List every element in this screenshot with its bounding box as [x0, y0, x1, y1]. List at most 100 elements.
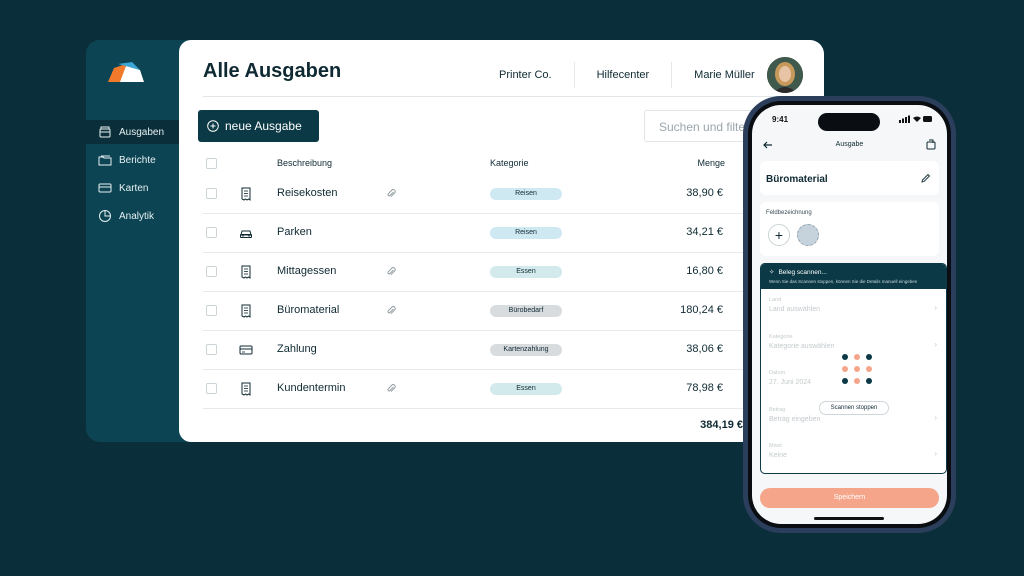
divider	[671, 62, 673, 88]
expense-amount: 38,90 €	[686, 187, 723, 199]
folder-icon	[98, 155, 112, 166]
field-label: Mwst	[769, 443, 782, 449]
user-avatar-icon	[766, 57, 803, 93]
field-label: Kategorie	[769, 334, 793, 340]
total-amount: 384,19 €	[700, 419, 743, 431]
stop-scanning-button[interactable]: Scannen stoppen	[819, 401, 889, 415]
sidebar-item-analytik[interactable]: Analytik	[86, 204, 179, 228]
company-link[interactable]: Printer Co.	[499, 69, 552, 81]
expense-amount: 16,80 €	[686, 265, 723, 277]
row-checkbox[interactable]	[206, 266, 217, 277]
sidebar-nav: Ausgaben Berichte Karten Analytik	[86, 120, 179, 232]
expense-description: Parken	[277, 226, 312, 238]
help-center-link[interactable]: Hilfecenter	[597, 69, 650, 81]
top-navigation: Printer Co. Hilfecenter Marie Müller	[499, 57, 803, 93]
chevron-right-icon: ›	[934, 413, 937, 422]
sidebar-item-ausgaben[interactable]: Ausgaben	[86, 120, 179, 144]
phone-bezel: 9:41 Ausgabe Büromaterial Feldbezeichnun…	[748, 101, 951, 528]
field-label: Land	[769, 297, 782, 303]
select-all-checkbox[interactable]	[206, 158, 217, 169]
scan-header: ✧ Beleg scannen... Wenn Sie das Scannen …	[761, 264, 946, 289]
add-receipt-button[interactable]: +	[768, 224, 790, 246]
new-expense-button[interactable]: neue Ausgabe	[198, 110, 319, 142]
pie-chart-icon	[99, 210, 111, 222]
category-badge: Reisen	[490, 188, 562, 200]
expense-amount: 34,21 €	[686, 226, 723, 238]
pencil-icon[interactable]	[920, 173, 931, 184]
table-row[interactable]: Kundentermin Essen 78,98 €	[203, 370, 743, 409]
field-label: Feldbezeichnung	[766, 210, 812, 216]
country-field[interactable]: Land Land auswählen ›	[769, 297, 937, 313]
row-checkbox[interactable]	[206, 383, 217, 394]
expense-name: Büromaterial	[766, 174, 828, 185]
sidebar-item-label: Analytik	[119, 210, 155, 222]
row-checkbox[interactable]	[206, 305, 217, 316]
expense-description: Zahlung	[277, 343, 317, 355]
table-row[interactable]: Reisekosten Reisen 38,90 €	[203, 175, 743, 214]
chevron-right-icon: ›	[934, 449, 937, 458]
expense-amount: 78,98 €	[686, 382, 723, 394]
attachment-icon[interactable]	[386, 383, 396, 394]
receipt-thumbnail[interactable]	[797, 224, 819, 246]
save-button[interactable]: Speichern	[760, 488, 939, 508]
category-badge: Essen	[490, 383, 562, 395]
header-divider	[203, 96, 824, 97]
row-checkbox[interactable]	[206, 188, 217, 199]
expense-amount: 38,06 €	[686, 343, 723, 355]
main-content: Alle Ausgaben Printer Co. Hilfecenter Ma…	[179, 40, 824, 442]
new-expense-label: neue Ausgabe	[225, 119, 302, 133]
wallet-icon	[99, 126, 111, 138]
expense-description: Reisekosten	[277, 187, 338, 199]
export-icon[interactable]	[925, 138, 937, 150]
receipt-field-card: Feldbezeichnung +	[760, 202, 939, 256]
sidebar-item-label: Karten	[119, 182, 149, 194]
column-header-amount: Menge	[697, 158, 725, 168]
table-row[interactable]: Zahlung Kartenzahlung 38,06 €	[203, 331, 743, 370]
sidebar: Ausgaben Berichte Karten Analytik	[86, 40, 179, 442]
receipt-icon	[241, 187, 251, 201]
status-icons	[899, 115, 932, 123]
receipt-icon	[241, 382, 251, 396]
scan-title-text: Beleg scannen...	[778, 268, 827, 276]
attachment-icon[interactable]	[386, 188, 396, 199]
vat-field[interactable]: Mwst Keine ›	[769, 443, 937, 459]
row-checkbox[interactable]	[206, 227, 217, 238]
status-time: 9:41	[772, 115, 789, 124]
divider	[573, 62, 575, 88]
scan-subtitle: Wenn Sie das Scannen stoppen, können Sie…	[769, 279, 918, 284]
attachment-icon[interactable]	[386, 266, 396, 277]
avatar[interactable]	[766, 57, 803, 93]
screen-title: Ausgabe	[835, 141, 864, 148]
table-row[interactable]: Mittagessen Essen 16,80 €	[203, 253, 743, 292]
scan-panel: ✧ Beleg scannen... Wenn Sie das Scannen …	[760, 263, 947, 474]
expense-amount: 180,24 €	[680, 304, 723, 316]
card-icon	[98, 183, 112, 193]
expense-description: Kundentermin	[277, 382, 346, 394]
expense-name-card: Büromaterial	[760, 161, 939, 195]
home-indicator	[814, 517, 884, 520]
category-badge: Bürobedarf	[490, 305, 562, 317]
field-value: Kategorie auswählen	[769, 343, 835, 350]
expense-description: Mittagessen	[277, 265, 337, 277]
table-row[interactable]: Büromaterial Bürobedarf 180,24 €	[203, 292, 743, 331]
field-value: Land auswählen	[769, 306, 820, 313]
row-checkbox[interactable]	[206, 344, 217, 355]
field-value: Keine	[769, 452, 787, 459]
attachment-icon[interactable]	[386, 305, 396, 316]
sidebar-item-karten[interactable]: Karten	[86, 176, 179, 200]
plus-circle-icon	[207, 120, 219, 132]
table-row[interactable]: Parken Reisen 34,21 €	[203, 214, 743, 253]
phone-screen: 9:41 Ausgabe Büromaterial Feldbezeichnun…	[752, 105, 947, 524]
scan-title: ✧ Beleg scannen...	[769, 268, 938, 277]
category-badge: Essen	[490, 266, 562, 278]
expense-app-window: Ausgaben Berichte Karten Analytik Alle A…	[86, 40, 824, 442]
chevron-right-icon: ›	[934, 340, 937, 349]
sidebar-item-label: Berichte	[119, 154, 156, 166]
user-name[interactable]: Marie Müller	[694, 69, 755, 81]
field-value: Betrag eingeben	[769, 416, 821, 423]
sidebar-item-berichte[interactable]: Berichte	[86, 148, 179, 172]
sidebar-item-label: Ausgaben	[119, 126, 165, 138]
dynamic-island	[818, 113, 880, 131]
column-header-category: Kategorie	[490, 158, 529, 168]
category-field[interactable]: Kategorie Kategorie auswählen ›	[769, 334, 937, 350]
